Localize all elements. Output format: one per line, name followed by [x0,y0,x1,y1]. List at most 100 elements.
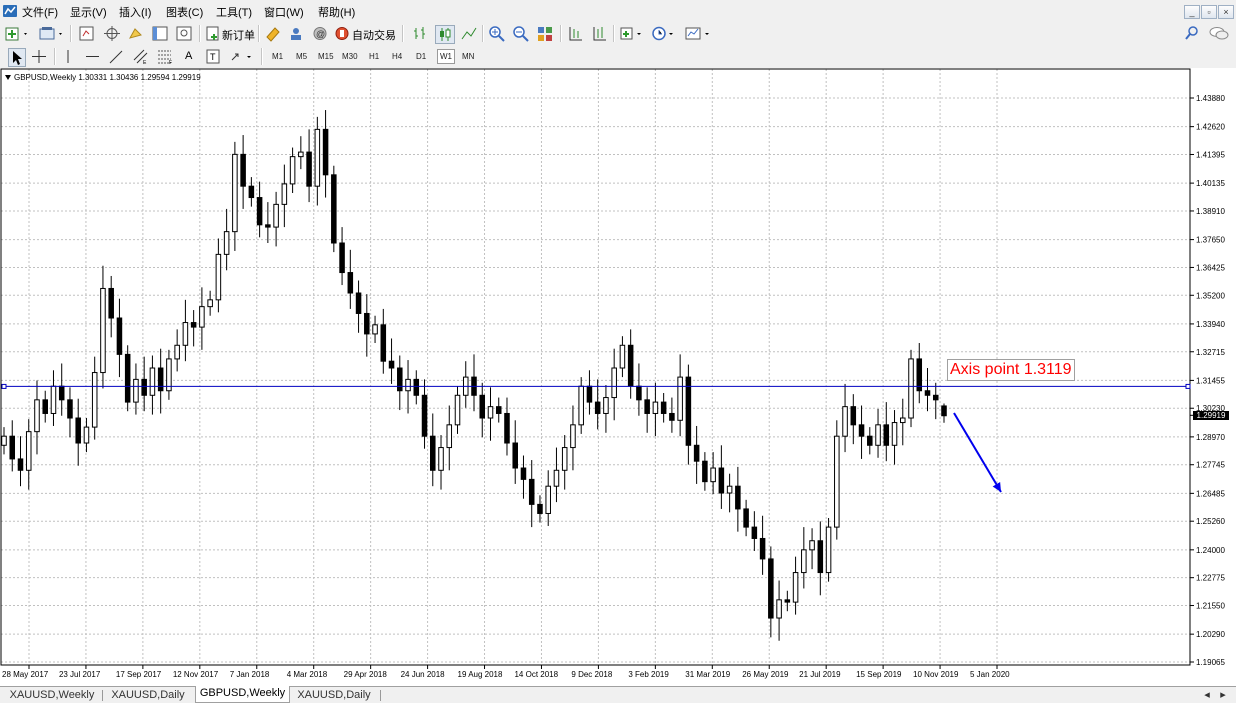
period-h4[interactable]: H4 [392,52,402,61]
navigator-icon[interactable] [127,25,145,42]
trendline-icon[interactable] [108,48,124,65]
price-tick-label: 1.28970 [1196,433,1225,442]
new-order-button[interactable]: 新订单 [222,27,255,43]
chart-shift-icon[interactable] [566,25,584,42]
crosshair-nav-icon[interactable] [103,25,121,42]
new-chart-icon[interactable] [4,25,30,42]
candle-bull [91,372,98,428]
period-mn[interactable]: MN [462,52,474,61]
current-price-badge: 1.29919 [1193,411,1229,420]
annotation-text-label[interactable]: Axis point 1.3119 [947,359,1075,381]
candle-bear [735,485,741,510]
zoom-out-icon[interactable] [512,25,530,42]
menu-view[interactable]: 显示(V) [70,4,107,20]
candle-bear [413,378,420,396]
period-m15[interactable]: M15 [318,52,334,61]
periods-clock-icon[interactable] [651,25,677,42]
period-h1[interactable]: H1 [369,52,379,61]
candle-bull [652,401,659,414]
candle-bear [932,394,939,401]
cursor-icon[interactable] [8,48,26,67]
fibonacci-icon[interactable]: F [156,48,174,65]
candle-bull [446,424,453,449]
text-label-icon[interactable]: T [205,48,221,65]
period-m5[interactable]: M5 [296,52,307,61]
tab-gbpusd-weekly[interactable]: GBPUSD,Weekly [195,686,290,703]
candlestick-chart-icon[interactable] [435,25,455,44]
channel-icon[interactable]: E [132,48,150,65]
candle-bull [710,467,716,483]
candle-bear [768,558,774,619]
price-tick-label: 1.43880 [1196,94,1225,103]
time-tick-label: 21 Jul 2019 [799,670,841,679]
text-tool-icon[interactable]: A [185,50,192,62]
period-m1[interactable]: M1 [272,52,283,61]
menu-charts[interactable]: 图表(C) [166,4,203,20]
price-tick-label: 1.41395 [1196,150,1225,159]
menu-tools[interactable]: 工具(T) [216,4,252,20]
price-tick-label: 1.20290 [1196,630,1225,639]
profiles-icon[interactable] [38,25,66,42]
candle-bear [718,467,725,494]
candle-bull [875,424,881,446]
candle-bear [306,151,312,187]
candle-bear [858,424,865,437]
candle-bear [430,435,436,471]
app-icon [3,5,17,17]
period-d1[interactable]: D1 [416,52,426,61]
market-watch-icon[interactable] [78,25,96,42]
tile-windows-icon[interactable] [536,25,554,42]
time-tick-label: 19 Aug 2018 [458,670,503,679]
candle-bull [611,367,617,399]
templates-icon[interactable] [684,25,712,42]
arrows-icon[interactable] [229,48,255,65]
candle-bear [58,385,65,401]
line-chart-icon[interactable] [460,25,478,42]
tab-scroll-right-icon[interactable]: ▸ [1218,688,1228,702]
tab-scroll-left-icon[interactable]: ◂ [1202,688,1212,702]
candle-bear [108,287,114,319]
candle-bull [273,203,279,228]
price-tick-label: 1.42620 [1196,123,1225,132]
close-button[interactable]: × [1218,5,1234,19]
period-w1[interactable]: W1 [437,49,455,64]
candle-bear [751,526,758,539]
signals-icon[interactable] [287,25,305,42]
price-tick-label: 1.35200 [1196,291,1225,300]
standard-toolbar: 新订单 @ 自动交易 [0,22,1236,46]
strategy-tester-icon[interactable] [175,25,193,42]
crosshair-icon[interactable] [31,48,47,65]
menu-file[interactable]: 文件(F) [22,4,58,20]
candle-bear [702,460,708,483]
market-icon[interactable]: @ [311,25,329,42]
time-tick-label: 3 Feb 2019 [628,670,669,679]
metaeditor-icon[interactable] [264,25,282,42]
tab-xauusd-daily[interactable]: XAUUSD,Daily [106,688,190,702]
candle-bull [726,485,733,494]
candle-bull [174,344,180,360]
bar-chart-icon[interactable] [411,25,429,42]
zoom-in-icon[interactable] [488,25,506,42]
time-tick-label: 9 Dec 2018 [571,670,612,679]
horizontal-line-icon[interactable] [84,48,100,65]
minimize-button[interactable]: _ [1184,5,1200,19]
indicators-icon[interactable] [619,25,645,42]
candle-bear [784,599,791,603]
auto-scroll-icon[interactable] [590,25,608,42]
tab-xauusd-daily-2[interactable]: XAUUSD,Daily [292,688,376,702]
menu-window[interactable]: 窗口(W) [264,4,304,20]
menu-insert[interactable]: 插入(I) [119,4,151,20]
candle-bull [1,435,7,446]
chat-icon[interactable] [1208,25,1230,42]
auto-trading-button[interactable]: 自动交易 [352,27,396,43]
period-m30[interactable]: M30 [342,52,358,61]
search-icon[interactable] [1184,25,1200,42]
restore-button[interactable]: ▫ [1201,5,1217,19]
terminal-icon[interactable] [151,25,169,42]
menu-help[interactable]: 帮助(H) [318,4,355,20]
candle-bull [83,426,90,444]
vertical-line-icon[interactable] [60,48,76,65]
tab-xauusd-weekly[interactable]: XAUUSD,Weekly [4,688,100,702]
time-tick-label: 15 Sep 2019 [856,670,902,679]
candle-bear [594,401,601,414]
